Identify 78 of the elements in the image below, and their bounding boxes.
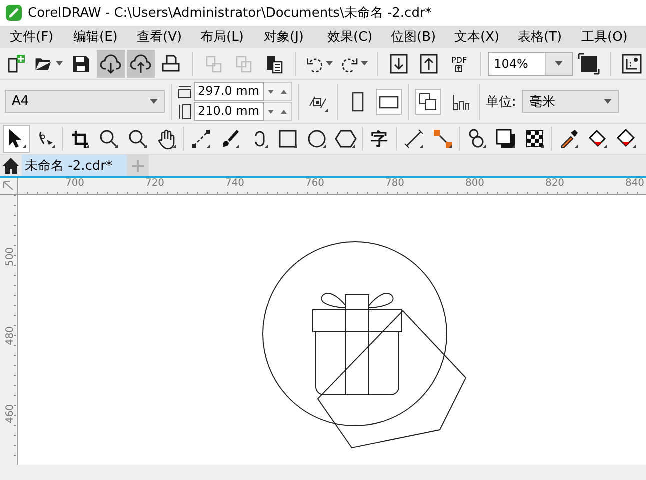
- caret-icon: [56, 61, 63, 66]
- ruler-label: 820: [545, 178, 565, 189]
- menu-item[interactable]: 工具(O): [582, 30, 628, 45]
- fill-tool-icon: [586, 128, 608, 150]
- ruler-label: 480: [5, 326, 16, 346]
- ruler-label: 800: [465, 178, 485, 189]
- toolbar-button[interactable]: [126, 50, 155, 78]
- drop-shadow-icon: [494, 128, 516, 150]
- tool-button[interactable]: [3, 125, 30, 153]
- pdf-label: PDF: [451, 56, 468, 64]
- fill-tool-icon: [616, 128, 638, 150]
- unit-label: 单位:: [486, 94, 516, 110]
- horizontal-ruler[interactable]: 700 720 740 760 780 800 820 840: [18, 178, 646, 195]
- ruler-label: 740: [225, 178, 245, 189]
- up-arrow-icon: [281, 90, 288, 94]
- page-option-button[interactable]: [415, 88, 441, 114]
- spinner-buttons[interactable]: [264, 82, 292, 101]
- connector-tool-icon: [432, 128, 454, 150]
- height-field[interactable]: 210.0 mm: [194, 102, 264, 121]
- all-pages-icon: [418, 92, 438, 112]
- app-logo-icon: [6, 5, 22, 21]
- polygon-tool-icon: [334, 128, 356, 150]
- rectangle-tool-icon: [276, 128, 298, 150]
- hand-tool-icon: [156, 128, 178, 150]
- window-title: CorelDRAW - C:\Users\Administrator\Documents\未命名 -2.cdr*: [28, 5, 432, 22]
- toolbar-button[interactable]: PDF: [445, 50, 474, 78]
- import-icon: [388, 52, 410, 74]
- ruler-label: 500: [5, 247, 16, 267]
- line-tool-icon: [190, 128, 212, 150]
- menu-item[interactable]: 文本(X): [454, 30, 500, 45]
- caret-icon: [150, 99, 158, 104]
- up-arrow-icon: [281, 110, 288, 114]
- fit-page-icon: [578, 52, 600, 74]
- ruler-label: 460: [5, 404, 16, 424]
- caret-icon: [604, 99, 612, 104]
- menu-item[interactable]: 文件(F): [10, 30, 54, 45]
- unit-dropdown[interactable]: 毫米: [522, 90, 620, 113]
- page-size-dropdown[interactable]: A4: [5, 90, 165, 113]
- menu-item[interactable]: 对象(J): [264, 30, 304, 45]
- page-width-icon: [178, 84, 192, 98]
- upload-arrow-icon: [455, 64, 464, 72]
- dimension-tool-icon: [402, 128, 424, 150]
- cloud-upload-icon: [130, 52, 152, 74]
- ruler-settings-icon: [621, 52, 643, 74]
- menu-item[interactable]: 编辑(E): [74, 30, 118, 45]
- cloud-download-icon: [100, 52, 122, 74]
- menu-item[interactable]: 位图(B): [391, 30, 436, 45]
- text-tool-button[interactable]: 字: [366, 125, 393, 153]
- ruler-label: 760: [305, 178, 325, 189]
- ellipse-tool-icon: [306, 128, 328, 150]
- menu-item[interactable]: 表格(T): [518, 30, 562, 45]
- caret-icon: [326, 61, 334, 66]
- down-arrow-icon: [268, 90, 274, 94]
- ruler-label: 720: [145, 178, 165, 189]
- menu-item[interactable]: 查看(V): [137, 30, 182, 45]
- zoom-tool-icon: [98, 128, 120, 150]
- ruler-label: 840: [625, 178, 645, 189]
- menu-item[interactable]: 布局(L): [200, 30, 244, 45]
- spinner-buttons[interactable]: [264, 102, 292, 121]
- toolbar-button[interactable]: [96, 50, 125, 78]
- home-icon: [2, 156, 20, 174]
- ruler-label: 700: [65, 178, 85, 189]
- pan-search-icon: [126, 128, 148, 150]
- transparency-tool-icon: [524, 128, 546, 150]
- plus-icon: [131, 158, 145, 172]
- document-tab[interactable]: 未命名 -2.cdr*: [22, 155, 127, 176]
- printer-icon: [160, 52, 182, 74]
- width-field[interactable]: 297.0 mm: [194, 82, 264, 101]
- caret-icon: [361, 61, 368, 66]
- caret-icon: [555, 61, 564, 66]
- ruler-label: 780: [385, 178, 405, 189]
- zoom-dropdown[interactable]: 104%: [488, 52, 574, 76]
- down-arrow-icon: [268, 110, 274, 114]
- landscape-button[interactable]: [376, 88, 402, 114]
- ruler-origin-icon: [2, 181, 14, 191]
- page-height-icon: [178, 104, 192, 120]
- menu-item[interactable]: 效果(C): [328, 30, 373, 45]
- export-icon: [418, 52, 440, 74]
